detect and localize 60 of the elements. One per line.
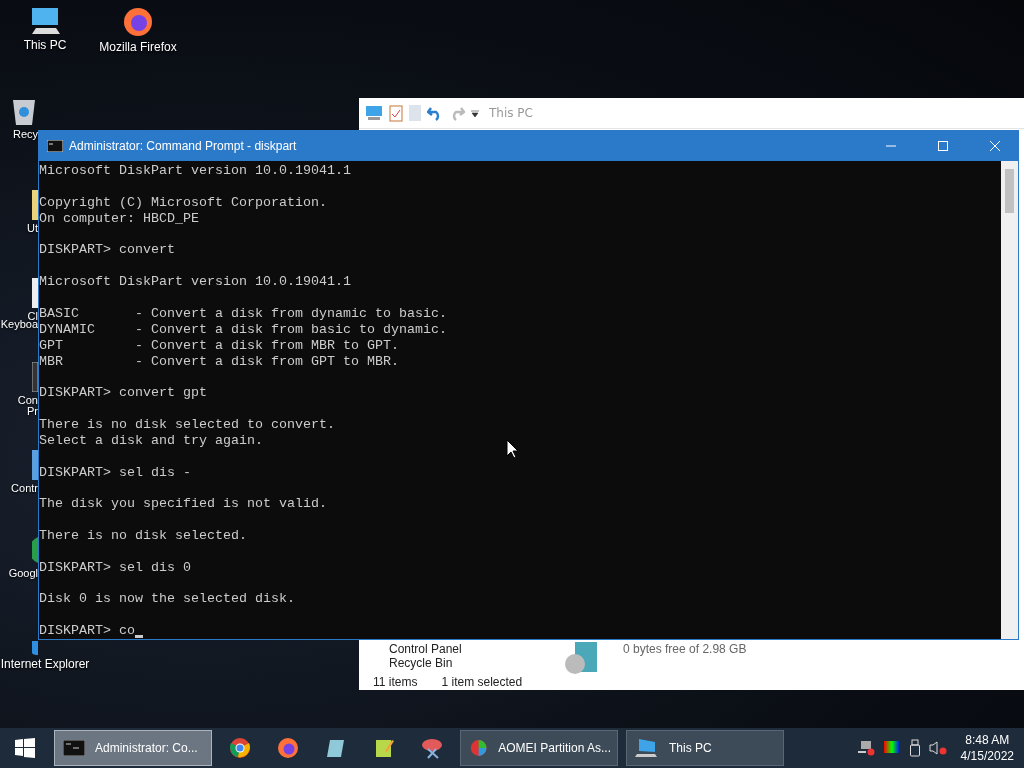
- disc-drive-icon: [563, 642, 599, 674]
- text-cursor: [135, 635, 143, 639]
- icon-label[interactable]: Recy: [12, 128, 38, 140]
- clock-time: 8:48 AM: [965, 732, 1010, 748]
- icon-label[interactable]: Cl: [27, 310, 38, 322]
- display-icon[interactable]: [882, 740, 901, 756]
- scrollbar[interactable]: [1001, 161, 1018, 639]
- clock[interactable]: 8:48 AM 4/15/2022: [960, 732, 1014, 764]
- status-text: 11 items: [373, 675, 418, 689]
- console-line: The disk you specified is not valid.: [39, 496, 327, 513]
- icon-label[interactable]: Googl: [8, 567, 38, 579]
- icon-label[interactable]: Con: [17, 394, 38, 406]
- icon-label[interactable]: Mozilla Firefox: [99, 40, 177, 54]
- console-line: Copyright (C) Microsoft Corporation.: [39, 194, 327, 211]
- window-title: This PC: [489, 106, 533, 120]
- console-line: Microsoft DiskPart version 10.0.19041.1: [39, 274, 351, 290]
- console-prompt: DISKPART> co: [39, 623, 135, 639]
- console-line: Disk 0 is now the selected disk.: [39, 591, 295, 608]
- maximize-icon: [938, 141, 948, 151]
- console-line: DISKPART> convert: [39, 242, 175, 259]
- console-line: DISKPART> sel dis -: [39, 464, 191, 481]
- firefox-icon: [122, 6, 154, 38]
- mouse-pointer-icon: [506, 439, 518, 459]
- console-line: There is no disk selected.: [39, 528, 247, 545]
- partition-icon: [469, 738, 489, 758]
- console-line: GPT - Convert a disk from MBR to GPT.: [39, 337, 399, 354]
- taskbar-button[interactable]: Administrator: Co...: [54, 730, 212, 766]
- firefox-icon[interactable]: [277, 737, 299, 759]
- console-line: DISKPART> convert gpt: [39, 385, 207, 402]
- icon-label[interactable]: This PC: [23, 38, 67, 52]
- status-text: 1 item selected: [441, 675, 523, 689]
- console-line: On computer: HBCD_PE: [39, 210, 199, 227]
- dropdown-icon[interactable]: [471, 109, 479, 117]
- icon-label[interactable]: Contr: [11, 482, 38, 494]
- computer-icon[interactable]: [365, 105, 383, 121]
- clock-date: 4/15/2022: [960, 748, 1014, 764]
- window-title: Administrator: Command Prompt - diskpart: [69, 139, 298, 153]
- properties-icon[interactable]: [389, 104, 403, 122]
- console-line: Microsoft DiskPart version 10.0.19041.1: [39, 163, 351, 179]
- console-line: MBR - Convert a disk from GPT to MBR.: [39, 353, 399, 370]
- console-line: There is no disk selected to convert.: [39, 417, 335, 434]
- monitor-icon: [635, 737, 659, 759]
- scissors-icon[interactable]: [420, 737, 444, 759]
- console-line: DYNAMIC - Convert a disk from basic to dynamic.: [39, 321, 447, 338]
- console-line: Select a disk and try again.: [39, 433, 263, 450]
- taskbar-button[interactable]: This PC: [626, 730, 784, 766]
- volume-muted-icon[interactable]: [928, 740, 947, 756]
- icon-label[interactable]: Pr: [27, 405, 38, 417]
- drive-free-space: 0 bytes free of 2.98 GB: [623, 642, 747, 658]
- nav-item[interactable]: Control Panel: [389, 642, 539, 656]
- icon-label[interactable]: Ut: [27, 222, 38, 234]
- console-line: DISKPART> sel dis 0: [39, 559, 191, 576]
- nav-item[interactable]: Recycle Bin: [389, 656, 539, 670]
- windows-icon: [15, 738, 35, 758]
- taskbar-button[interactable]: AOMEI Partition As...: [460, 730, 618, 766]
- network-icon[interactable]: [856, 740, 875, 756]
- usb-drive-icon[interactable]: [908, 739, 921, 757]
- console-line: BASIC - Convert a disk from dynamic to basic.: [39, 305, 447, 322]
- icon-label[interactable]: Internet Explorer: [0, 657, 90, 671]
- close-icon: [990, 141, 1000, 151]
